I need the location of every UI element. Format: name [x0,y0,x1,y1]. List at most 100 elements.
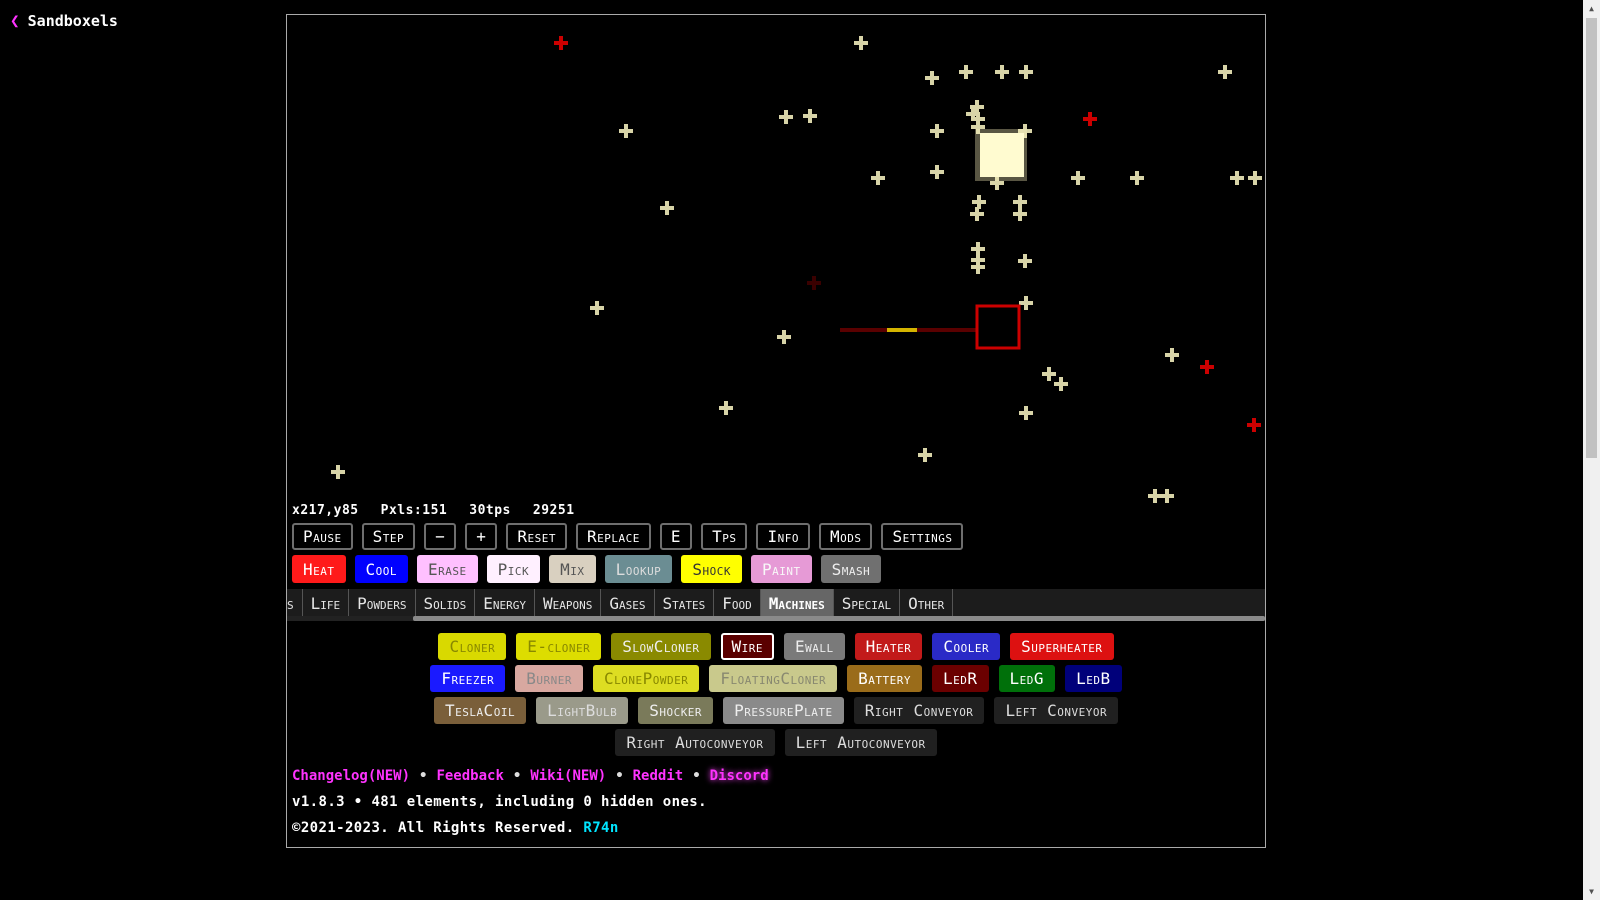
site-title: Sandboxels [27,11,118,30]
tool-button[interactable]: Lookup [604,555,673,583]
element-row: TeslaCoil LightBulb Shocker PressurePlate Ri… [287,697,1265,724]
element-button[interactable]: Battery [847,665,923,692]
category-tab[interactable]: Solids [416,589,476,617]
element-button[interactable]: LedB [1065,665,1122,692]
category-tab[interactable]: States [655,589,715,617]
particle [1160,489,1174,503]
category-tab[interactable]: Special [834,589,901,617]
category-tab[interactable]: Food [714,589,761,617]
element-button[interactable]: Right Conveyor [853,697,985,724]
element-button[interactable]: TeslaCoil [433,697,527,724]
element-button[interactable]: SlowCloner [611,633,711,660]
control-button[interactable]: Info [756,523,810,550]
simulation-canvas[interactable] [287,15,1265,505]
tool-button[interactable]: Paint [750,555,812,583]
page-scrollbar[interactable]: ▲ ▼ [1583,0,1600,900]
wiki-link[interactable]: Wiki(NEW) [530,768,606,784]
category-tab[interactable]: Machines [760,589,834,617]
element-button[interactable]: PressurePlate [723,697,844,724]
tps-readout: 30tps [469,503,511,518]
tool-toolbar: Heat Cool Erase Pick Mix Lookup Shock Paint Smas… [292,555,882,583]
particle [1019,65,1033,79]
element-button[interactable]: Left Conveyor [994,697,1119,724]
particle [779,110,793,124]
category-tab[interactable]: Other [900,589,954,617]
control-button[interactable]: Pause [292,523,353,550]
particle [1019,406,1033,420]
control-button[interactable]: Replace [576,523,651,550]
scroll-down-arrow-icon[interactable]: ▼ [1583,883,1600,900]
category-tab[interactable]: s [287,589,303,617]
tool-button[interactable]: Smash [820,555,882,583]
particle [930,124,944,138]
element-row: Right Autoconveyor Left Autoconveyor [287,729,1265,756]
element-row: Cloner E-cloner SlowCloner Wire Ewall Heater C… [287,633,1265,660]
element-button[interactable]: Wire [720,633,775,660]
tick-counter: 29251 [532,503,575,518]
element-button[interactable]: FloatingCloner [709,665,838,692]
element-button[interactable]: Shocker [638,697,714,724]
category-tabs: s Life Powders Solids Energy Weapons Gases Stat… [287,589,1265,619]
tool-button[interactable]: Pick [486,555,541,583]
link-separator: • [512,768,522,784]
particle [1019,296,1033,310]
control-button[interactable]: + [465,523,498,550]
copyright-line: ©2021-2023. All Rights Reserved. R74n [292,820,619,836]
particle [1013,207,1027,221]
category-tab[interactable]: Powders [349,589,416,617]
control-button[interactable]: Settings [881,523,964,550]
element-button[interactable]: Cooler [932,633,1001,660]
tool-button[interactable]: Erase [417,555,478,583]
category-tab[interactable]: Life [303,589,350,617]
element-button[interactable]: Burner [515,665,584,692]
scroll-up-arrow-icon[interactable]: ▲ [1583,0,1600,17]
category-tab[interactable]: Energy [475,589,536,617]
particle [995,65,1009,79]
particle [972,195,986,209]
particle [1248,171,1262,185]
particle [660,201,674,215]
element-button[interactable]: ClonePowder [593,665,700,692]
element-button[interactable]: LedG [998,665,1056,692]
element-button[interactable]: Left Autoconveyor [784,729,937,756]
element-button[interactable]: Right Autoconveyor [615,729,775,756]
category-scrollbar[interactable] [287,616,1265,621]
discord-link[interactable]: Discord [710,768,769,784]
tool-button[interactable]: Mix [549,555,596,583]
category-tab[interactable]: Gases [601,589,655,617]
tool-button[interactable]: Heat [292,555,346,583]
back-link[interactable]: ❮ Sandboxels [10,11,118,30]
control-button[interactable]: Reset [506,523,568,550]
control-button[interactable]: E [659,523,693,550]
category-tab[interactable]: Weapons [535,589,602,617]
control-button[interactable]: Step [361,523,416,550]
element-button[interactable]: Freezer [430,665,506,692]
element-button[interactable]: Cloner [438,633,507,660]
changelog-link[interactable]: Changelog(NEW) [292,768,410,784]
control-button[interactable]: − [424,523,457,550]
element-button[interactable]: LightBulb [536,697,629,724]
feedback-link[interactable]: Feedback [436,768,503,784]
lightbulb-pixel [980,133,1024,177]
tool-button[interactable]: Shock [681,555,742,583]
particle [803,109,817,123]
author-link[interactable]: R74n [583,820,618,836]
footer-links: Changelog(NEW) • Feedback • Wiki(NEW) • Reddit… [292,768,769,784]
control-button[interactable]: Mods [818,523,873,550]
element-button[interactable]: Ewall [784,633,845,660]
pixel-count: Pxls:151 [380,503,448,518]
element-palette: Cloner E-cloner SlowCloner Wire Ewall Heater C… [287,633,1265,761]
page-scrollbar-thumb[interactable] [1586,18,1597,458]
category-scrollbar-thumb[interactable] [413,616,1265,621]
reddit-link[interactable]: Reddit [633,768,684,784]
control-button[interactable]: Tps [701,523,748,550]
version-info: v1.8.3 • 481 elements, including 0 hidde… [292,794,707,810]
tool-button[interactable]: Cool [354,555,409,583]
chevron-left-icon: ❮ [10,11,20,30]
wire-spark [887,328,917,332]
element-button[interactable]: E-cloner [516,633,602,660]
element-button[interactable]: Superheater [1010,633,1114,660]
element-button[interactable]: Heater [854,633,923,660]
element-button[interactable]: LedR [932,665,989,692]
particle [1148,489,1162,503]
